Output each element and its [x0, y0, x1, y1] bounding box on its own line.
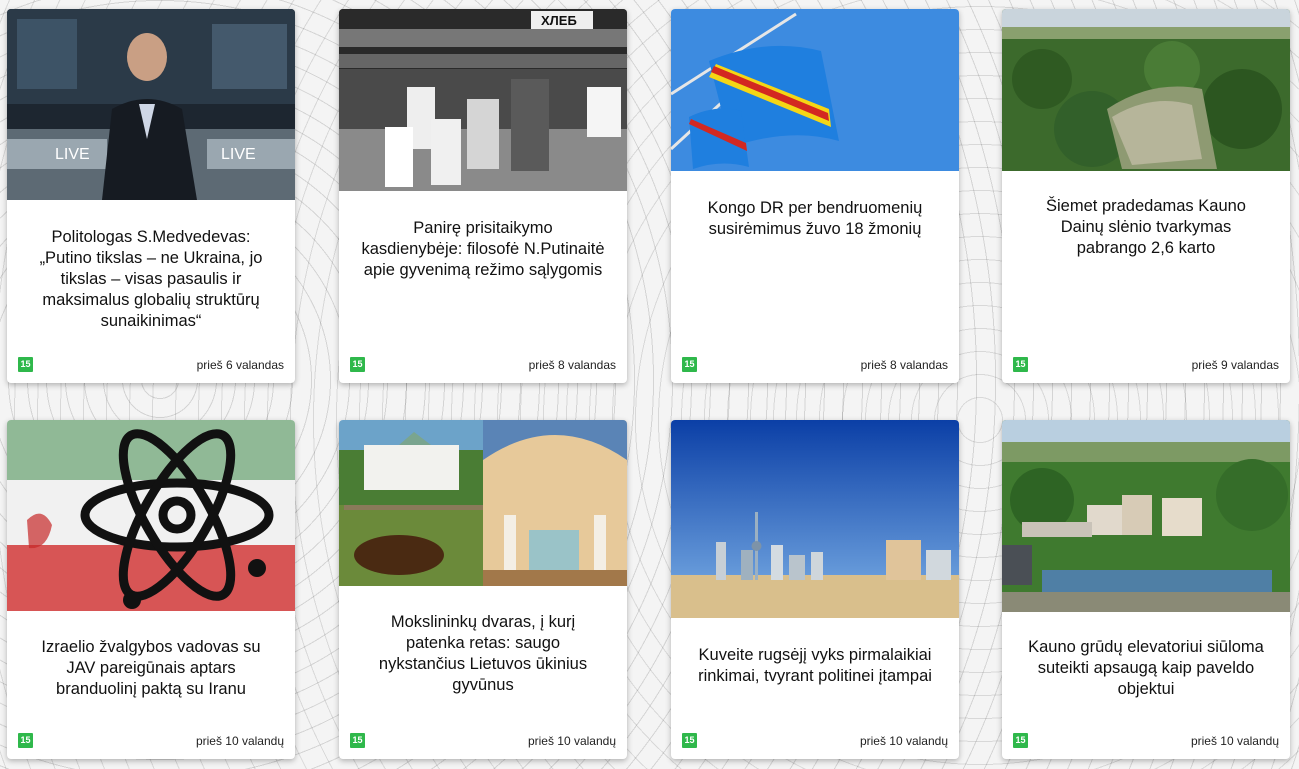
news-card-time: prieš 9 valandas — [1191, 358, 1279, 372]
news-card[interactable]: Kauno grūdų elevatoriui siūloma suteikti… — [1002, 420, 1290, 759]
source-logo-icon: 15 — [18, 733, 33, 748]
news-card-time: prieš 10 valandų — [527, 734, 616, 748]
news-card-image[interactable] — [671, 420, 959, 618]
news-card[interactable]: Šiemet pradedamas Kauno Dainų slėnio tva… — [1002, 9, 1290, 383]
news-card-time: prieš 8 valandas — [528, 358, 616, 372]
svg-text:LIVE: LIVE — [55, 146, 90, 163]
news-card-title[interactable]: Mokslininkų dvaras, į kurį patenka retas… — [361, 612, 605, 696]
news-card-image[interactable] — [671, 9, 959, 171]
news-card-title[interactable]: Kauno grūdų elevatoriui siūloma suteikti… — [1024, 637, 1268, 700]
source-logo-icon: 15 — [682, 357, 697, 372]
news-card-time: prieš 10 valandų — [859, 734, 948, 748]
news-card-image[interactable] — [339, 420, 627, 586]
source-logo-icon: 15 — [350, 733, 365, 748]
svg-text:ХЛЕБ: ХЛЕБ — [541, 13, 577, 28]
news-card-image[interactable] — [1002, 420, 1290, 612]
news-card-time: prieš 10 valandų — [1190, 734, 1279, 748]
news-card[interactable]: LIVE LIVE Politologas S.Medvedevas: „Put… — [7, 9, 295, 383]
news-card[interactable]: Mokslininkų dvaras, į kurį patenka retas… — [339, 420, 627, 759]
news-card[interactable]: Kongo DR per bendruomenių susirėmimus žu… — [671, 9, 959, 383]
source-logo-icon: 15 — [1013, 357, 1028, 372]
news-card[interactable]: Izraelio žvalgybos vadovas su JAV pareig… — [7, 420, 295, 759]
news-card-title[interactable]: Panirę prisitaikymo kasdienybėje: filoso… — [361, 218, 605, 281]
news-card-image[interactable] — [7, 420, 295, 611]
news-card[interactable]: Kuveite rugsėjį vyks pirmalaikiai rinkim… — [671, 420, 959, 759]
source-logo-icon: 15 — [18, 357, 33, 372]
news-card-image[interactable]: ХЛЕБ — [339, 9, 627, 191]
news-card-image[interactable]: LIVE LIVE — [7, 9, 295, 200]
news-card-image[interactable] — [1002, 9, 1290, 171]
news-card-title[interactable]: Kongo DR per bendruomenių susirėmimus žu… — [693, 198, 937, 240]
svg-text:LIVE: LIVE — [221, 146, 256, 163]
news-card[interactable]: ХЛЕБ Panirę prisitaikymo kasdienybėje: f… — [339, 9, 627, 383]
news-card-time: prieš 10 valandų — [195, 734, 284, 748]
source-logo-icon: 15 — [682, 733, 697, 748]
news-card-title[interactable]: Izraelio žvalgybos vadovas su JAV pareig… — [29, 637, 273, 700]
news-card-title[interactable]: Politologas S.Medvedevas: „Putino tiksla… — [29, 227, 273, 332]
news-card-title[interactable]: Kuveite rugsėjį vyks pirmalaikiai rinkim… — [693, 645, 937, 687]
news-card-time: prieš 8 valandas — [860, 358, 948, 372]
source-logo-icon: 15 — [350, 357, 365, 372]
news-card-title[interactable]: Šiemet pradedamas Kauno Dainų slėnio tva… — [1024, 196, 1268, 259]
news-card-time: prieš 6 valandas — [196, 358, 284, 372]
source-logo-icon: 15 — [1013, 733, 1028, 748]
